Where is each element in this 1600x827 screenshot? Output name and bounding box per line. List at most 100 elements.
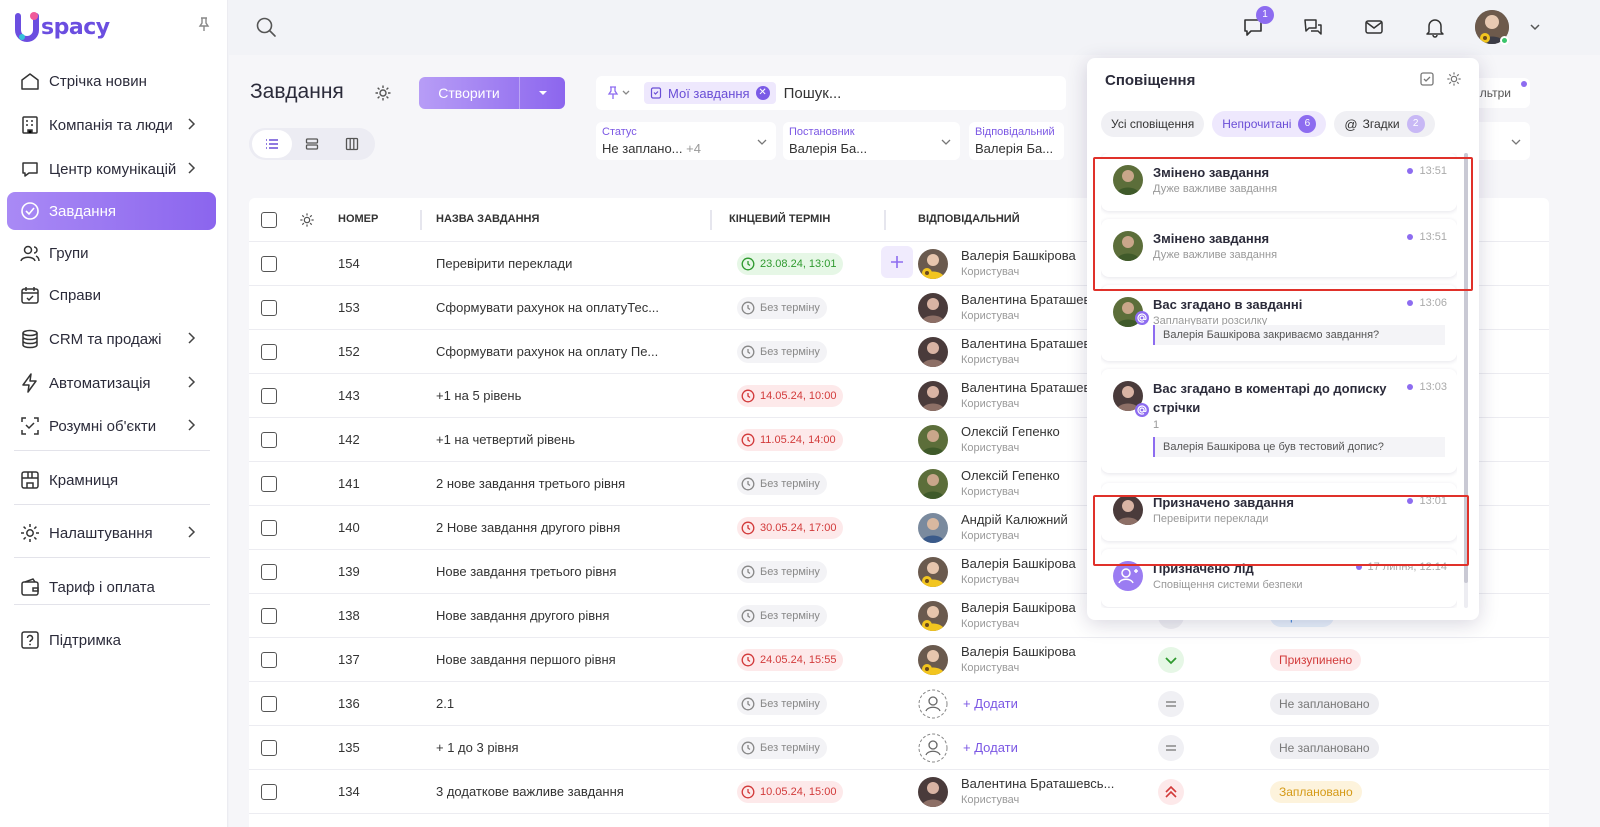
row-checkbox[interactable] <box>261 300 277 316</box>
logo[interactable]: spacy <box>14 10 110 44</box>
sidebar-item-3[interactable]: Центр комунікацій <box>7 150 216 188</box>
responsible-avatar[interactable] <box>918 557 948 587</box>
task-name[interactable]: 3 додаткове важливе завдання <box>436 784 624 799</box>
priority-low-icon[interactable] <box>1158 647 1184 673</box>
select-all-checkbox[interactable] <box>261 212 277 228</box>
my-tasks-chip[interactable]: Мої завдання ✕ <box>644 82 776 104</box>
row-checkbox[interactable] <box>261 388 277 404</box>
remove-chip-icon[interactable]: ✕ <box>755 86 770 100</box>
responsible-user[interactable]: Валерія Башкірова Користувач <box>961 556 1076 586</box>
responsible-avatar[interactable] <box>918 645 948 675</box>
responsible-avatar[interactable] <box>918 733 948 763</box>
search-bar[interactable]: Мої завдання ✕ Пошук... <box>596 76 1066 110</box>
deadline-badge[interactable]: 24.05.24, 15:55 <box>737 649 844 671</box>
row-checkbox[interactable] <box>261 784 277 800</box>
header-number[interactable]: НОМЕР <box>338 213 378 225</box>
tab-all[interactable]: Усі сповіщення <box>1101 111 1205 137</box>
notification-item[interactable]: Вас згадано в коментарі до дописку стріч… <box>1101 369 1457 473</box>
kanban-view-icon[interactable] <box>332 130 372 158</box>
list-view-icon[interactable] <box>252 130 292 158</box>
responsible-user[interactable]: Олексій Гепенко Користувач <box>961 468 1060 498</box>
task-name[interactable]: Сформувати рахунок на оплату Пе... <box>436 344 658 359</box>
notification-item[interactable]: Вас згадано в завданні Запланувати розсил… <box>1101 285 1457 361</box>
task-name[interactable]: + 1 до 3 рівня <box>436 740 519 755</box>
add-column-button[interactable] <box>881 246 913 278</box>
task-name[interactable]: 2 нове завдання третього рівня <box>436 476 625 491</box>
task-name[interactable]: Нове завдання третього рівня <box>436 564 616 579</box>
table-row[interactable]: 134 3 додаткове важливе завдання 10.05.24,… <box>249 770 1549 814</box>
pin-filter-icon[interactable] <box>606 86 632 100</box>
task-name[interactable]: Нове завдання другого рівня <box>436 608 609 623</box>
deadline-badge[interactable]: 30.05.24, 17:00 <box>737 517 844 539</box>
create-dropdown-icon[interactable] <box>519 77 565 109</box>
sidebar-item-6[interactable]: Справи <box>7 276 216 314</box>
task-name[interactable]: 2.1 <box>436 696 454 711</box>
header-name[interactable]: НАЗВА ЗАВДАННЯ <box>436 213 539 225</box>
sidebar-item-5[interactable]: Групи <box>7 234 216 272</box>
row-checkbox[interactable] <box>261 652 277 668</box>
responsible-avatar[interactable] <box>918 601 948 631</box>
responsible-user[interactable]: Валерія Башкірова Користувач <box>961 600 1076 630</box>
sidebar-item-1[interactable]: Стрічка новин <box>7 62 216 100</box>
priority-high-icon[interactable] <box>1158 779 1184 805</box>
sidebar-item-8[interactable]: Автоматизація <box>7 364 216 402</box>
row-checkbox[interactable] <box>261 564 277 580</box>
table-row[interactable]: 135 + 1 до 3 рівня Без терміну + Додати Не з… <box>249 726 1549 770</box>
pin-icon[interactable] <box>196 16 212 32</box>
rows-view-icon[interactable] <box>292 130 332 158</box>
add-responsible-button[interactable]: + Додати <box>963 740 1018 755</box>
priority-medium-icon[interactable] <box>1158 691 1184 717</box>
deadline-badge[interactable]: Без терміну <box>737 561 827 583</box>
row-checkbox[interactable] <box>261 476 277 492</box>
row-checkbox[interactable] <box>261 256 277 272</box>
chevron-down-icon[interactable] <box>1529 21 1541 33</box>
status-badge[interactable]: Призупинено <box>1270 649 1362 671</box>
create-button[interactable]: Створити <box>419 77 565 109</box>
deadline-badge[interactable]: 10.05.24, 15:00 <box>737 781 844 803</box>
column-divider[interactable] <box>420 210 422 230</box>
responsible-avatar[interactable] <box>918 777 948 807</box>
sidebar-item-9[interactable]: Розумні об'єкти <box>7 407 216 445</box>
responsible-avatar[interactable] <box>918 249 948 279</box>
deadline-badge[interactable]: 14.05.24, 10:00 <box>737 385 844 407</box>
responsible-avatar[interactable] <box>918 513 948 543</box>
sidebar-item-13[interactable]: Підтримка <box>7 621 216 659</box>
tab-unread[interactable]: Непрочитані 6 <box>1212 111 1327 137</box>
header-deadline[interactable]: КІНЦЕВИЙ ТЕРМІН <box>729 213 830 225</box>
row-checkbox[interactable] <box>261 344 277 360</box>
sidebar-item-10[interactable]: Крамниця <box>7 461 216 499</box>
sidebar-item-11[interactable]: Налаштування <box>7 514 216 552</box>
responsible-user[interactable]: Валерія Башкірова Користувач <box>961 644 1076 674</box>
filter-select-2[interactable]: Постановник Валерія Ба... <box>783 122 960 160</box>
responsible-user[interactable]: Валентина Браташевсь... Користувач <box>961 776 1114 806</box>
responsible-avatar[interactable] <box>918 469 948 499</box>
column-divider[interactable] <box>884 210 886 230</box>
deadline-badge[interactable]: Без терміну <box>737 341 827 363</box>
responsible-user[interactable]: Валерія Башкірова Користувач <box>961 248 1076 278</box>
row-checkbox[interactable] <box>261 432 277 448</box>
deadline-badge[interactable]: Без терміну <box>737 693 827 715</box>
responsible-avatar[interactable] <box>918 425 948 455</box>
status-badge[interactable]: Заплановано <box>1270 781 1362 803</box>
deadline-badge[interactable]: Без терміну <box>737 297 827 319</box>
responsible-avatar[interactable] <box>918 293 948 323</box>
header-responsible[interactable]: ВІДПОВІДАЛЬНИЙ <box>918 213 1020 225</box>
deadline-badge[interactable]: Без терміну <box>737 473 827 495</box>
filter-select-1[interactable]: Статус Не заплано... +4 <box>596 122 776 160</box>
bell-icon[interactable] <box>1422 14 1448 40</box>
column-divider[interactable] <box>710 210 712 230</box>
task-name[interactable]: +1 на 5 рівень <box>436 388 521 403</box>
notification-settings-icon[interactable] <box>1446 71 1462 87</box>
responsible-avatar[interactable] <box>918 689 948 719</box>
status-badge[interactable]: Не заплановано <box>1270 737 1379 759</box>
chat-icon[interactable]: 1 <box>1240 6 1274 40</box>
mail-icon[interactable] <box>1361 14 1387 40</box>
task-name[interactable]: Перевірити переклади <box>436 256 572 271</box>
row-checkbox[interactable] <box>261 696 277 712</box>
search-input[interactable]: Пошук... <box>784 85 842 102</box>
task-name[interactable]: +1 на четвертий рівень <box>436 432 575 447</box>
deadline-badge[interactable]: Без терміну <box>737 737 827 759</box>
sidebar-item-2[interactable]: Компанія та люди <box>7 106 216 144</box>
table-row[interactable]: 136 2.1 Без терміну + Додати Не заплановано <box>249 682 1549 726</box>
tab-mentions[interactable]: @ Згадки 2 <box>1334 111 1435 137</box>
